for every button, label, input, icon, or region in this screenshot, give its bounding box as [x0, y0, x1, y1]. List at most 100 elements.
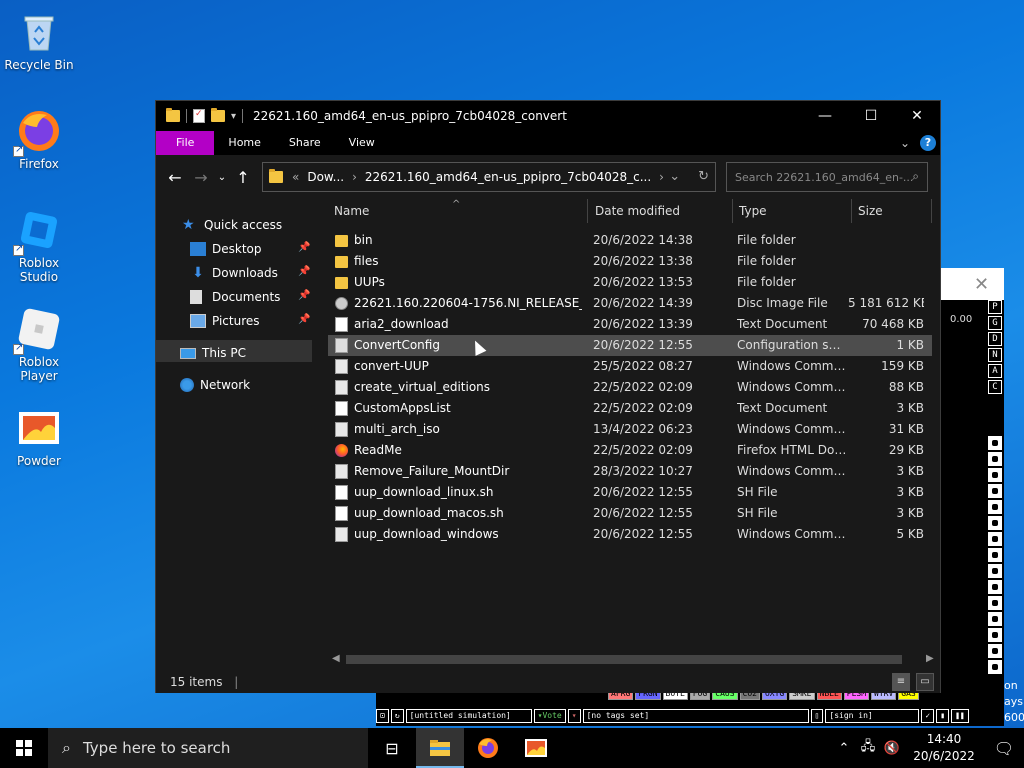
notification-icon[interactable]: 🗨 — [984, 739, 1024, 758]
details-view-icon[interactable]: ≡ — [892, 673, 910, 691]
desktop-icon-firefox[interactable]: Firefox — [0, 103, 78, 171]
table-row[interactable]: UUPs 20/6/2022 13:53 File folder — [328, 272, 932, 293]
tab-home[interactable]: Home — [214, 131, 274, 155]
powder-tool-button[interactable] — [988, 596, 1002, 610]
back-arrow-icon[interactable]: ← — [162, 168, 188, 187]
title-bar[interactable]: ▾ 22621.160_amd64_en-us_ppipro_7cb04028_… — [156, 101, 940, 131]
start-button[interactable] — [0, 728, 48, 768]
taskbar-file-explorer[interactable] — [416, 728, 464, 768]
refresh-icon[interactable]: ↻ — [698, 169, 709, 184]
search-input[interactable]: Search 22621.160_amd64_en-... ⌕ — [726, 162, 928, 192]
clock[interactable]: 14:40 20/6/2022 — [904, 731, 984, 765]
task-view-button[interactable]: ⊟ — [368, 728, 416, 768]
powder-tool-button[interactable] — [988, 436, 1002, 450]
scroll-right-icon[interactable]: ▶ — [926, 651, 934, 667]
powder-side-button[interactable]: A — [988, 364, 1002, 378]
table-row[interactable]: uup_download_windows 20/6/2022 12:55 Windo… — [328, 524, 932, 545]
reload-icon[interactable]: ↻ — [390, 709, 404, 723]
taskbar-search-box[interactable]: ⌕ Type here to search — [48, 728, 368, 768]
up-arrow-icon[interactable]: ↑ — [230, 168, 256, 187]
address-dropdown-icon[interactable]: ⌄ — [669, 169, 680, 184]
powder-tool-button[interactable] — [988, 532, 1002, 546]
breadcrumb-item[interactable]: Dow... — [307, 170, 344, 184]
powder-tool-button[interactable] — [988, 660, 1002, 674]
table-row[interactable]: create_virtual_editions 22/5/2022 02:09 Wi… — [328, 377, 932, 398]
taskbar-firefox[interactable] — [464, 728, 512, 768]
maximize-icon[interactable]: ☐ — [848, 101, 894, 131]
powder-tags[interactable]: [no tags set] — [582, 709, 809, 723]
sidebar-item-this-pc[interactable]: This PC — [180, 342, 246, 364]
desktop-icon-powder[interactable]: Powder — [0, 400, 78, 468]
pin-icon[interactable]: 📌 — [298, 266, 310, 277]
powder-clear-button[interactable]: ▯ — [810, 709, 824, 723]
recent-locations-icon[interactable]: ⌄ — [214, 172, 230, 183]
sidebar-item-pictures[interactable]: Pictures — [190, 310, 314, 332]
powder-tool-button[interactable] — [988, 564, 1002, 578]
desktop-icon-recycle-bin[interactable]: Recycle Bin — [0, 4, 78, 72]
properties-icon[interactable] — [193, 109, 205, 123]
taskbar-powder[interactable] — [512, 728, 560, 768]
sidebar-item-documents[interactable]: Documents — [190, 286, 314, 308]
powder-sim-name[interactable]: [untitled simulation] — [405, 709, 532, 723]
powder-tool-button[interactable] — [988, 548, 1002, 562]
table-row[interactable]: 22621.160.220604-1756.NI_RELEASE_SVC_...… — [328, 293, 932, 314]
table-row[interactable]: uup_download_macos.sh 20/6/2022 12:55 SH F… — [328, 503, 932, 524]
powder-side-button[interactable]: P — [988, 300, 1002, 314]
column-header-type[interactable]: Type — [733, 199, 852, 223]
close-icon[interactable]: ✕ — [894, 101, 940, 131]
powder-downvote-button[interactable]: ▾ — [567, 709, 581, 723]
powder-settings-button[interactable]: ✓ — [921, 709, 935, 723]
powder-open-button[interactable]: ⊡ — [376, 709, 389, 723]
address-bar[interactable]: « Dow... › 22621.160_amd64_en-us_ppipro_… — [262, 162, 716, 192]
breadcrumb-item[interactable]: 22621.160_amd64_en-us_ppipro_7cb04028_c.… — [365, 170, 651, 184]
sidebar-item-downloads[interactable]: ⬇ Downloads — [190, 262, 314, 284]
column-header-name[interactable]: Name ^ — [328, 199, 588, 223]
powder-side-button[interactable]: D — [988, 332, 1002, 346]
table-row[interactable]: convert-UUP 25/5/2022 08:27 Windows Comma.… — [328, 356, 932, 377]
table-row[interactable]: multi_arch_iso 13/4/2022 06:23 Windows Com… — [328, 419, 932, 440]
table-row[interactable]: Remove_Failure_MountDir 28/3/2022 10:27 Wi… — [328, 461, 932, 482]
file-explorer-window[interactable]: ▾ 22621.160_amd64_en-us_ppipro_7cb04028_… — [155, 100, 941, 693]
scrollbar-thumb[interactable] — [346, 655, 902, 664]
table-row[interactable]: uup_download_linux.sh 20/6/2022 12:55 SH F… — [328, 482, 932, 503]
powder-signin-button[interactable]: [sign in] — [825, 709, 920, 723]
table-row[interactable]: files 20/6/2022 13:38 File folder — [328, 251, 932, 272]
powder-tool-button[interactable] — [988, 468, 1002, 482]
desktop-icon-roblox-studio[interactable]: Roblox Studio — [0, 202, 78, 284]
pause-icon[interactable]: ❚❚ — [951, 709, 969, 723]
table-row[interactable]: ReadMe 22/5/2022 02:09 Firefox HTML Doc...… — [328, 440, 932, 461]
sidebar-item-quick-access[interactable]: ★ Quick access — [182, 214, 282, 236]
close-icon[interactable]: ✕ — [974, 274, 989, 295]
powder-vote-button[interactable]: ▾Vote — [533, 709, 566, 723]
table-row[interactable]: aria2_download 20/6/2022 13:39 Text Docume… — [328, 314, 932, 335]
chevron-right-icon[interactable]: › — [352, 170, 357, 184]
powder-tool-button[interactable] — [988, 484, 1002, 498]
sidebar-item-desktop[interactable]: Desktop — [190, 238, 314, 260]
pin-icon[interactable]: 📌 — [298, 242, 310, 253]
powder-side-button[interactable]: G — [988, 316, 1002, 330]
sidebar-item-network[interactable]: Network — [180, 374, 250, 396]
scroll-left-icon[interactable]: ◀ — [332, 651, 340, 667]
customize-toolbar-icon[interactable]: ▾ — [231, 111, 236, 122]
volume-muted-icon[interactable]: 🔇 — [880, 741, 904, 756]
large-icons-view-icon[interactable]: ▭ — [916, 673, 934, 691]
powder-tool-button[interactable] — [988, 452, 1002, 466]
desktop-icon-roblox-player[interactable]: Roblox Player — [0, 301, 78, 383]
column-header-size[interactable]: Size — [852, 199, 932, 223]
powder-tool-button[interactable] — [988, 500, 1002, 514]
column-header-date[interactable]: Date modified — [589, 199, 733, 223]
tab-share[interactable]: Share — [275, 131, 335, 155]
breadcrumb-overflow-icon[interactable]: « — [292, 170, 299, 184]
table-row[interactable]: CustomAppsList 22/5/2022 02:09 Text Docume… — [328, 398, 932, 419]
powder-side-button[interactable]: N — [988, 348, 1002, 362]
powder-tool-button[interactable] — [988, 612, 1002, 626]
pin-icon[interactable]: 📌 — [298, 314, 310, 325]
horizontal-scrollbar[interactable]: ◀ ▶ — [328, 651, 940, 667]
new-folder-icon[interactable] — [211, 108, 225, 122]
powder-tool-button[interactable] — [988, 580, 1002, 594]
chevron-down-icon[interactable]: ⌄ — [900, 136, 910, 150]
powder-tool-button[interactable] — [988, 516, 1002, 530]
pin-icon[interactable]: 📌 — [298, 290, 310, 301]
chevron-right-icon[interactable]: › — [659, 170, 664, 184]
powder-renderer-button[interactable]: ▮ — [936, 709, 950, 723]
